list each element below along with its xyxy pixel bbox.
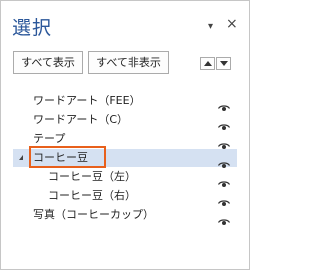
visibility-eye-icon[interactable] <box>217 173 231 187</box>
send-backward-button[interactable] <box>216 57 231 70</box>
close-icon[interactable]: × <box>226 16 238 32</box>
bring-forward-button[interactable] <box>200 57 215 70</box>
list-item-label: コーヒー豆（左） <box>48 170 136 183</box>
list-item[interactable]: ワードアート（FEE） <box>13 92 237 111</box>
list-item[interactable]: コーヒー豆（右） <box>13 187 237 206</box>
visibility-eye-icon[interactable] <box>217 192 231 206</box>
list-item[interactable]: ワードアート（C） <box>13 111 237 130</box>
up-arrow-icon <box>204 61 212 66</box>
hide-all-button[interactable]: すべて非表示 <box>88 51 169 74</box>
show-all-button[interactable]: すべて表示 <box>13 51 83 74</box>
collapse-triangle-icon[interactable] <box>19 155 23 160</box>
list-item-label: 写真（コーヒーカップ） <box>33 208 154 221</box>
list-item-label: ワードアート（FEE） <box>33 94 141 107</box>
list-item-label: コーヒー豆（右） <box>48 189 136 202</box>
visibility-eye-icon[interactable] <box>217 211 231 225</box>
pane-options-dropdown-icon[interactable]: ▾ <box>208 21 213 32</box>
selection-pane: 選択 ▾ × すべて表示 すべて非表示 ワードアート（FEE） ワードアート（C）… <box>0 0 250 270</box>
list-item[interactable]: コーヒー豆（左） <box>13 168 237 187</box>
visibility-eye-icon[interactable] <box>217 154 231 168</box>
down-arrow-icon <box>220 61 228 66</box>
visibility-eye-icon[interactable] <box>217 135 231 149</box>
pane-title: 選択 <box>12 17 53 39</box>
selected-item-highlight-box <box>29 146 106 168</box>
visibility-eye-icon[interactable] <box>217 116 231 130</box>
list-item-label: ワードアート（C） <box>33 113 129 126</box>
visibility-eye-icon[interactable] <box>217 97 231 111</box>
list-item-label: テープ <box>33 132 66 145</box>
list-item[interactable]: 写真（コーヒーカップ） <box>13 206 237 225</box>
